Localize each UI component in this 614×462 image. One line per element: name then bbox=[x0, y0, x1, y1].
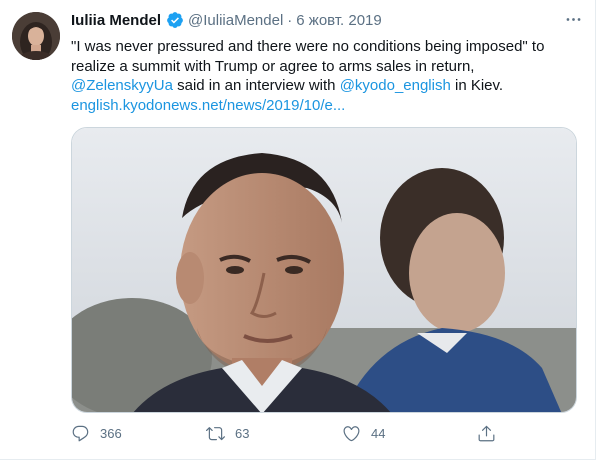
like-button[interactable]: 44 bbox=[342, 424, 385, 443]
share-icon bbox=[478, 425, 495, 442]
tweet-text-part1: "I was never pressured and there were no… bbox=[71, 38, 545, 75]
header-separator: · bbox=[287, 11, 293, 29]
verified-badge-icon bbox=[166, 11, 184, 29]
avatar-image bbox=[12, 12, 60, 60]
photo-image bbox=[72, 128, 576, 412]
tweet-header: Iuliia Mendel @IuliiaMendel · 6 жовт. 20… bbox=[71, 11, 382, 29]
like-icon bbox=[343, 426, 360, 442]
mention-zelenskyyua[interactable]: @ZelenskyyUa bbox=[71, 77, 173, 94]
retweet-count: 63 bbox=[235, 426, 250, 441]
avatar[interactable] bbox=[12, 12, 60, 60]
share-button[interactable] bbox=[477, 424, 496, 443]
retweet-button[interactable]: 63 bbox=[206, 424, 249, 443]
tweet-date[interactable]: 6 жовт. 2019 bbox=[296, 12, 381, 29]
reply-button[interactable]: 366 bbox=[71, 424, 122, 443]
retweet-icon bbox=[206, 427, 225, 441]
tweet-text-part2: said in an interview with bbox=[172, 77, 340, 94]
tweet-actions: 366 63 44 bbox=[71, 424, 571, 446]
tweet-card[interactable]: Iuliia Mendel @IuliiaMendel · 6 жовт. 20… bbox=[0, 0, 596, 460]
reply-icon bbox=[72, 425, 89, 442]
author-handle[interactable]: @IuliiaMendel bbox=[188, 12, 283, 29]
reply-count: 366 bbox=[100, 426, 122, 441]
article-link[interactable]: english.kyodonews.net/news/2019/10/e... bbox=[71, 97, 345, 114]
mention-kyodo-english[interactable]: @kyodo_english bbox=[340, 77, 451, 94]
more-options-icon[interactable] bbox=[561, 9, 585, 29]
author-name[interactable]: Iuliia Mendel bbox=[71, 12, 161, 29]
tweet-text: "I was never pressured and there were no… bbox=[71, 37, 571, 115]
tweet-photo[interactable] bbox=[71, 127, 577, 413]
tweet-text-part3: in Kiev. bbox=[450, 77, 504, 94]
like-count: 44 bbox=[371, 426, 386, 441]
tweet-body: "I was never pressured and there were no… bbox=[71, 37, 571, 96]
